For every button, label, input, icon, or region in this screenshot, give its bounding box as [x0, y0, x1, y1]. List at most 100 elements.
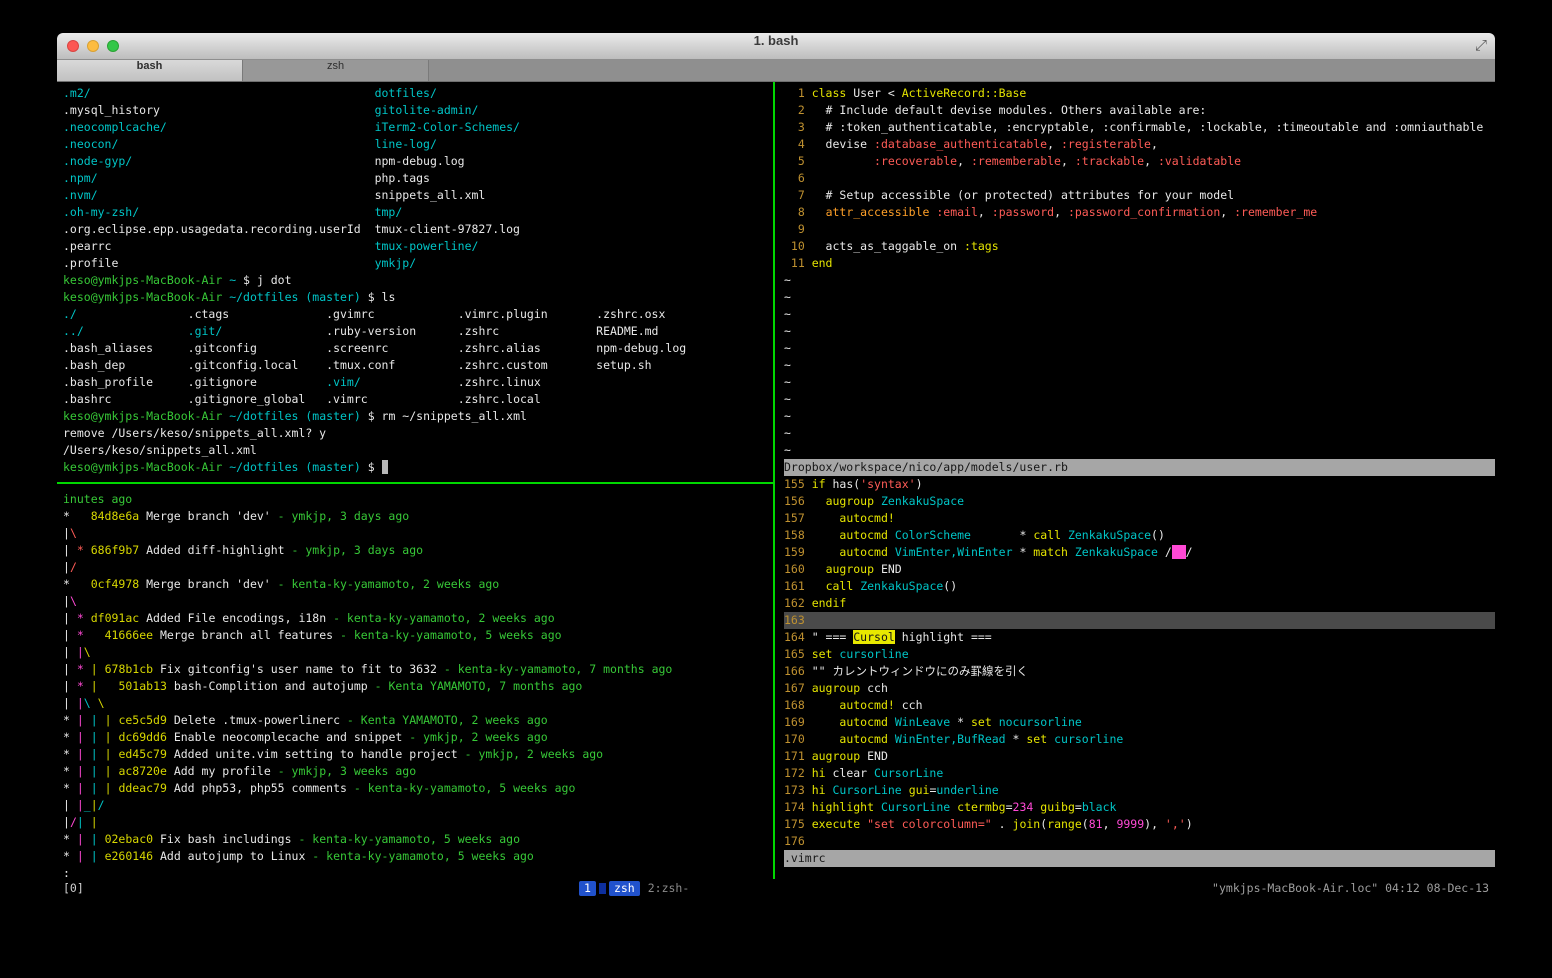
tmux-pane-border-horizontal[interactable] [57, 482, 773, 484]
traffic-lights [67, 40, 119, 52]
terminal-line: 172 hi clear CursorLine [784, 766, 944, 780]
fullscreen-icon[interactable]: ⤢ [1475, 37, 1487, 54]
close-button[interactable] [67, 40, 79, 52]
terminal-line: 160 augroup END [784, 562, 902, 576]
terminal-line: Dropbox/workspace/nico/app/models/user.r… [784, 459, 1495, 476]
terminal-line: remove /Users/keso/snippets_all.xml? y [63, 426, 327, 440]
terminal-line: | * | 678b1cb Fix gitconfig's user name … [63, 662, 673, 676]
terminal-line: | |_|/ [63, 798, 105, 812]
terminal-line: * | | | ac8720e Add my profile - ymkjp, … [63, 764, 417, 778]
terminal-line: 7 # Setup accessible (or protected) attr… [784, 188, 1235, 202]
terminal-line: 173 hi CursorLine gui=underline [784, 783, 999, 797]
terminal-line: .bashrc .gitignore_global .vimrc .zshrc.… [63, 392, 541, 406]
zoom-button[interactable] [107, 40, 119, 52]
terminal-line: .node-gyp/ npm-debug.log [63, 154, 465, 168]
pane-git-log[interactable]: inutes ago * 84d8e6a Merge branch 'dev' -… [63, 491, 771, 879]
terminal-line: ~ [784, 409, 791, 423]
terminal-line: /Users/keso/snippets_all.xml [63, 443, 257, 457]
terminal-line: 164 " === Cursol highlight === [784, 630, 992, 644]
tmux-current-window-index: 1 [579, 881, 596, 896]
tab-label: zsh [326, 60, 345, 72]
terminal-line: .mysql_history gitolite-admin/ [63, 103, 479, 117]
terminal-line: 4 devise :database_authenticatable, :reg… [784, 137, 1158, 151]
terminal-line: 174 highlight CursorLine ctermbg=234 gui… [784, 800, 1117, 814]
powerline-separator-icon [598, 883, 606, 894]
terminal-line: ~ [784, 324, 791, 338]
terminal-line: 158 autocmd ColorScheme * call ZenkakuSp… [784, 528, 1165, 542]
terminal-line: ./ .ctags .gvimrc .vimrc.plugin .zshrc.o… [63, 307, 666, 321]
terminal-line: .profile ymkjp/ [63, 256, 417, 270]
tmux-window-list: 1 zsh 2:zsh- [579, 881, 689, 896]
terminal-line: |/ [63, 560, 77, 574]
terminal-line: 5 :recoverable, :rememberable, :trackabl… [784, 154, 1242, 168]
terminal-line: .nvm/ snippets_all.xml [63, 188, 486, 202]
terminal-line: | * df091ac Added File encodings, i18n -… [63, 611, 555, 625]
terminal-line: 3 # :token_authenticatable, :encryptable… [784, 120, 1484, 134]
tab-bash[interactable]: bash [57, 60, 243, 81]
window-title: 1. bash [753, 33, 799, 48]
minimize-button[interactable] [87, 40, 99, 52]
terminal-line: * 0cf4978 Merge branch 'dev' - kenta-ky-… [63, 577, 500, 591]
terminal-line: 155 if has('syntax') [784, 477, 923, 491]
terminal-line: * | | 02ebac0 Fix bash includings - kent… [63, 832, 521, 846]
terminal-line: |\ [63, 526, 77, 540]
terminal-line: 157 autocmd! [784, 511, 895, 525]
terminal-line: ~ [784, 375, 791, 389]
tmux-session-indicator: [0] [63, 881, 84, 895]
tab-zsh[interactable]: zsh [243, 60, 429, 81]
terminal-line: .npm/ php.tags [63, 171, 430, 185]
terminal-line: inutes ago [63, 492, 133, 506]
terminal-line: * | | | ed45c79 Added unite.vim setting … [63, 747, 604, 761]
terminal-line: 162 endif [784, 596, 847, 610]
tmux-other-window: 2:zsh- [647, 881, 690, 895]
terminal-line: 169 autocmd WinLeave * set nocursorline [784, 715, 1082, 729]
pane-vim-editor[interactable]: 1 class User < ActiveRecord::Base 2 # In… [784, 85, 1495, 879]
desktop-background: 1. bash ⤢ bash zsh .m2/ dotfiles/ .mysql_… [0, 0, 1552, 978]
terminal-line: .neocomplcache/ iTerm2-Color-Schemes/ [63, 120, 520, 134]
terminal-line: : [63, 866, 70, 879]
terminal-line: 8 attr_accessible :email, :password, :pa… [784, 205, 1318, 219]
terminal-line: 163 [784, 612, 1495, 629]
terminal-line: | |\ [63, 645, 91, 659]
tab-label: bash [136, 60, 163, 72]
terminal-line: 10 acts_as_taggable_on :tags [784, 239, 999, 253]
terminal-line: * 84d8e6a Merge branch 'dev' - ymkjp, 3 … [63, 509, 410, 523]
terminal-line: 161 call ZenkakuSpace() [784, 579, 958, 593]
terminal-line: 167 augroup cch [784, 681, 888, 695]
terminal-line: ../ .git/ .ruby-version .zshrc README.md [63, 324, 659, 338]
terminal-line: 9 [784, 222, 812, 236]
terminal-line: * | | | ddeac79 Add php53, php55 comment… [63, 781, 576, 795]
terminal-line: 159 autocmd VimEnter,WinEnter * match Ze… [784, 545, 1193, 559]
terminal-line: .m2/ dotfiles/ [63, 86, 437, 100]
terminal-line: 175 execute "set colorcolumn=" . join(ra… [784, 817, 1193, 831]
terminal-line: 1 class User < ActiveRecord::Base [784, 86, 1027, 100]
terminal-line: 6 [784, 171, 812, 185]
terminal-line: .pearrc tmux-powerline/ [63, 239, 479, 253]
tmux-status-right: "ymkjps-MacBook-Air.loc" 04:12 08-Dec-13 [1212, 881, 1489, 895]
terminal-line: ~ [784, 273, 791, 287]
terminal-line: 170 autocmd WinEnter,BufRead * set curso… [784, 732, 1124, 746]
terminal-line: .vimrc [784, 850, 1495, 867]
terminal-line: keso@ymkjps-MacBook-Air ~/dotfiles (mast… [63, 459, 771, 476]
terminal-line: ~ [784, 443, 791, 457]
terminal-line: keso@ymkjps-MacBook-Air ~/dotfiles (mast… [63, 290, 396, 304]
terminal-line: * | | | ce5c5d9 Delete .tmux-powerlinerc… [63, 713, 548, 727]
pane-bash-shell[interactable]: .m2/ dotfiles/ .mysql_history gitolite-ad… [63, 85, 771, 481]
tmux-status-bar: [0] 1 zsh 2:zsh- "ymkjps-MacBook-Air.loc… [57, 879, 1495, 898]
terminal-line: |/| | [63, 815, 98, 829]
terminal-line: ~ [784, 290, 791, 304]
terminal-line: * | | e260146 Add autojump to Linux - ke… [63, 849, 534, 863]
terminal-line: .oh-my-zsh/ tmp/ [63, 205, 403, 219]
window-titlebar[interactable]: 1. bash ⤢ [57, 33, 1495, 60]
tmux-pane-border-vertical[interactable] [773, 82, 775, 879]
terminal-line: 166 "" カレントウィンドウにのみ罫線を引く [784, 664, 1028, 678]
terminal-window: 1. bash ⤢ bash zsh .m2/ dotfiles/ .mysql_… [57, 33, 1495, 898]
terminal-line: 176 [784, 834, 812, 848]
terminal-line: .neocon/ line-log/ [63, 137, 437, 151]
terminal-line: 2 # Include default devise modules. Othe… [784, 103, 1207, 117]
terminal-line: .bash_dep .gitconfig.local .tmux.conf .z… [63, 358, 652, 372]
terminal-line: | |\ \ [63, 696, 105, 710]
terminal-line: ~ [784, 392, 791, 406]
terminal-line: .bash_profile .gitignore .vim/ .zshrc.li… [63, 375, 541, 389]
terminal-line: ~ [784, 426, 791, 440]
